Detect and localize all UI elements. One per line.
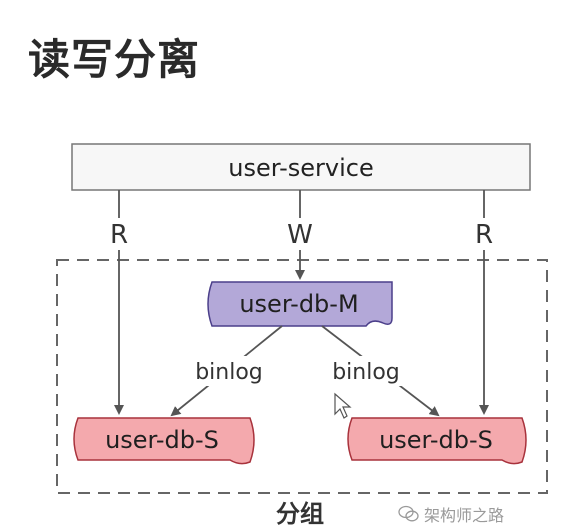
user-service-label: user-service bbox=[228, 154, 373, 182]
watermark: 架构师之路 bbox=[398, 502, 504, 526]
slave-db-node-left: user-db-S bbox=[73, 417, 255, 465]
write-label: W bbox=[287, 220, 313, 250]
slave-db-label-left: user-db-S bbox=[105, 426, 219, 454]
watermark-text: 架构师之路 bbox=[424, 506, 505, 525]
group-label: 分组 bbox=[276, 500, 324, 528]
read-label-left: R bbox=[110, 220, 128, 250]
slave-db-node-right: user-db-S bbox=[347, 417, 527, 465]
mouse-cursor-icon bbox=[334, 392, 352, 419]
master-db-node: user-db-M bbox=[207, 281, 393, 327]
read-write-split-diagram: user-service R W R user-db-M binlog binl… bbox=[56, 143, 548, 528]
binlog-label-right: binlog bbox=[332, 360, 400, 385]
slave-db-label-right: user-db-S bbox=[379, 426, 493, 454]
binlog-label-left: binlog bbox=[195, 360, 263, 385]
wechat-icon bbox=[398, 505, 419, 522]
user-service-box: user-service bbox=[71, 143, 531, 191]
read-label-right: R bbox=[475, 220, 493, 250]
master-db-label: user-db-M bbox=[239, 290, 358, 318]
